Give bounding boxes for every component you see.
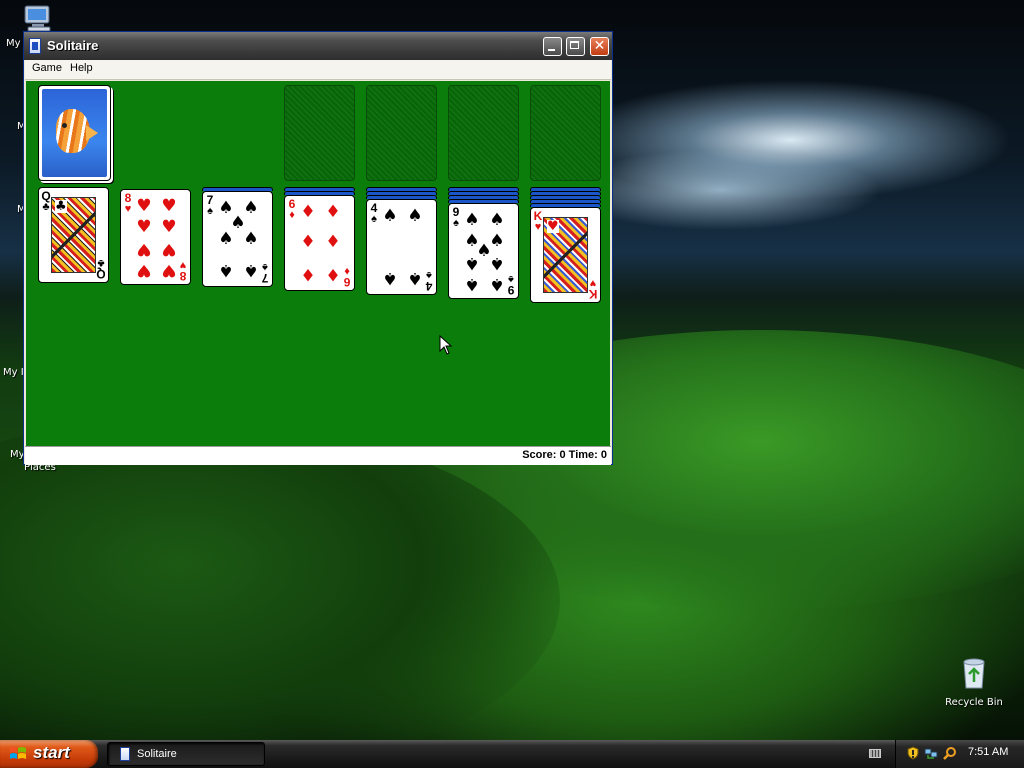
security-shield-icon[interactable]	[906, 746, 920, 760]
card-corner: 8 ♥	[179, 259, 187, 283]
suit-pip: ♦	[325, 232, 341, 252]
maximize-button[interactable]	[566, 37, 585, 56]
card-back-fish-design	[42, 89, 107, 177]
suit-pip: ♦	[300, 264, 316, 284]
taskbar-button-label: Solitaire	[137, 748, 177, 760]
king-face-art: ♥	[543, 217, 588, 293]
card-corner: K ♥	[588, 277, 598, 301]
close-icon: ✕	[593, 38, 606, 54]
tableau-card-8-of-hearts[interactable]: 8 ♥ ♥ ♥ ♥ ♥ ♥ ♥ ♥ ♥ 8 ♥	[120, 189, 191, 285]
suit-pip: ♠	[218, 260, 234, 280]
minimize-button[interactable]	[543, 37, 562, 56]
close-button[interactable]: ✕	[590, 37, 609, 56]
card-corner: 6 ♦	[343, 265, 351, 289]
suit-pip: ♠	[464, 210, 480, 230]
suit-pip: ♠	[464, 253, 480, 273]
taskbar: start Solitaire 7:51 AM	[0, 740, 1024, 768]
foundation-1[interactable]	[284, 85, 355, 181]
network-icon[interactable]	[924, 746, 938, 760]
window-title: Solitaire	[47, 38, 99, 53]
suit-pip: ♥	[136, 260, 152, 280]
suit-pip: ♠	[407, 206, 423, 226]
desktop-icon-label[interactable]: My I	[3, 367, 24, 378]
suit-pip: ♥	[161, 260, 177, 280]
tableau-card-7-of-spades[interactable]: 7 ♠ ♠ ♠ ♠ ♠ ♠ ♠ ♠ 7 ♠	[202, 191, 273, 287]
suit-pip: ♥	[136, 217, 152, 237]
tableau-card-4-of-spades[interactable]: 4 ♠ ♠ ♠ ♠ ♠ 4 ♠	[366, 199, 437, 295]
mouse-pointer-icon	[439, 335, 453, 355]
fish-tail	[86, 125, 98, 141]
card-corner: 6 ♦	[288, 197, 296, 221]
menu-bar: Game Help	[25, 60, 611, 80]
fish-icon	[56, 109, 90, 153]
suit-pip: ♠	[382, 268, 398, 288]
windows-logo-icon	[10, 747, 26, 759]
suit-pip: ♥	[161, 196, 177, 216]
tableau-card-queen-of-clubs[interactable]: Q ♣ ♣ Q ♣	[38, 187, 109, 283]
taskbar-button-solitaire[interactable]: Solitaire	[107, 742, 265, 766]
suit-pip: ♦	[300, 202, 316, 222]
title-bar[interactable]: Solitaire ✕	[24, 32, 612, 60]
card-corner: 9 ♠	[507, 273, 515, 297]
keyboard-icon[interactable]	[869, 749, 881, 758]
solitaire-app-icon	[120, 747, 130, 761]
tableau-card-king-of-hearts[interactable]: K ♥ ♥ K ♥	[530, 207, 601, 303]
suit-pip: ♦	[325, 202, 341, 222]
solitaire-app-icon	[29, 38, 41, 54]
fish-eye	[62, 123, 67, 128]
menu-help[interactable]: Help	[70, 62, 93, 74]
card-corner: 4 ♠	[370, 201, 378, 225]
suit-pip: ♠	[489, 210, 505, 230]
suit-pip: ♠	[382, 206, 398, 226]
score-time-status: Score: 0 Time: 0	[522, 449, 607, 461]
system-tray: 7:51 AM	[895, 740, 1024, 768]
tableau-card-9-of-spades[interactable]: 9 ♠ ♠ ♠ ♠ ♠ ♠ ♠ ♠ ♠ ♠ 9 ♠	[448, 203, 519, 299]
suit-pip: ♦	[325, 264, 341, 284]
suit-pip: ♠	[489, 253, 505, 273]
suit-pip: ♦	[300, 232, 316, 252]
recycle-bin[interactable]: Recycle Bin	[944, 656, 1004, 708]
suit-pip: ♥	[161, 217, 177, 237]
stock-pile[interactable]	[38, 85, 111, 181]
start-label: start	[33, 743, 70, 762]
foundation-4[interactable]	[530, 85, 601, 181]
card-corner: 4 ♠	[425, 269, 433, 293]
start-button[interactable]: start	[0, 740, 98, 768]
suit-pip: ♠	[407, 268, 423, 288]
suit-pip: ♠	[243, 229, 259, 249]
my-computer-icon[interactable]	[22, 4, 54, 32]
suit-pip: ♠	[243, 260, 259, 280]
card-corner: 9 ♠	[452, 205, 460, 229]
search-icon[interactable]	[943, 746, 957, 760]
suit-pip: ♠	[218, 229, 234, 249]
recycle-bin-icon	[963, 658, 985, 689]
menu-game[interactable]: Game	[32, 62, 62, 74]
card-corner: 7 ♠	[261, 261, 269, 285]
suit-pip: ♠	[464, 274, 480, 294]
recycle-bin-label: Recycle Bin	[945, 697, 1003, 708]
suit-pip: ♥	[136, 196, 152, 216]
card-corner: 8 ♥	[124, 191, 132, 215]
suit-pip: ♥	[161, 239, 177, 259]
game-table[interactable]: Q ♣ ♣ Q ♣ 8 ♥ ♥ ♥ ♥ ♥ ♥ ♥ ♥ ♥ 8 ♥ 7 ♠ ♠ ♠ ♠ ♠…	[26, 81, 610, 446]
suit-pip: ♥	[136, 239, 152, 259]
clock[interactable]: 7:51 AM	[968, 746, 1008, 758]
queen-face-art: ♣	[51, 197, 96, 273]
solitaire-window: Solitaire ✕ Game Help Q ♣ ♣ Q ♣ 8 ♥ ♥ ♥ …	[23, 31, 613, 465]
status-bar: Score: 0 Time: 0	[25, 446, 611, 465]
tableau-card-6-of-diamonds[interactable]: 6 ♦ ♦ ♦ ♦ ♦ ♦ ♦ 6 ♦	[284, 195, 355, 291]
desktop-icon-label[interactable]: My	[6, 38, 21, 49]
foundation-2[interactable]	[366, 85, 437, 181]
suit-pip: ♠	[489, 274, 505, 294]
foundation-3[interactable]	[448, 85, 519, 181]
card-corner: 7 ♠	[206, 193, 214, 217]
card-corner: Q ♣	[96, 257, 106, 281]
